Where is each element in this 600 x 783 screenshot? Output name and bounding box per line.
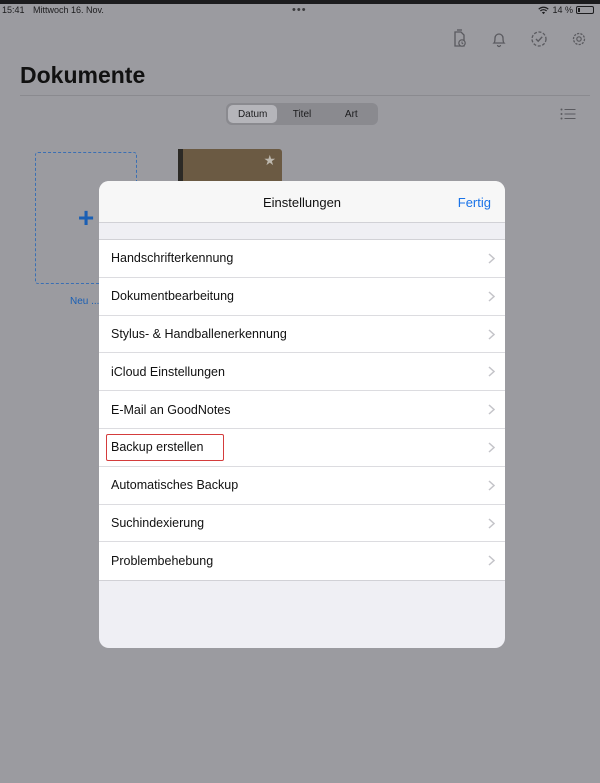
star-icon[interactable]: ★ (263, 152, 276, 169)
status-date: Mittwoch 16. Nov. (33, 5, 104, 15)
chevron-right-icon (488, 291, 495, 302)
settings-item-label: E-Mail an GoodNotes (111, 402, 231, 417)
chevron-right-icon (488, 253, 495, 264)
title-divider (20, 95, 590, 96)
settings-list: Handschrifterkennung Dokumentbearbeitung… (99, 239, 505, 582)
toolbar (440, 28, 600, 52)
page-title: Dokumente (20, 62, 146, 88)
chevron-right-icon (488, 555, 495, 566)
modal-title: Einstellungen (262, 194, 342, 210)
sort-option-date[interactable]: Datum (228, 105, 278, 123)
settings-item-icloud[interactable]: iCloud Einstellungen (99, 353, 505, 392)
settings-item-search-indexing[interactable]: Suchindexierung (99, 505, 505, 543)
sort-option-title[interactable]: Titel (277, 105, 326, 123)
multitasking-dots[interactable]: ••• (292, 4, 307, 16)
settings-item-handwriting[interactable]: Handschrifterkennung (99, 240, 505, 278)
settings-item-stylus-palm[interactable]: Stylus- & Handballenerkennung (99, 316, 505, 354)
chevron-right-icon (488, 366, 495, 377)
checkmark-circle-icon[interactable] (528, 28, 550, 50)
chevron-right-icon (488, 404, 495, 415)
sort-segmented-control: Datum Titel Art (226, 103, 378, 125)
battery-percent: 14 % (552, 5, 573, 15)
settings-item-label: Dokumentbearbeitung (111, 289, 234, 304)
gear-icon[interactable] (568, 28, 590, 50)
settings-item-label: Automatisches Backup (111, 478, 239, 493)
app-background: 15:41 Mittwoch 16. Nov. ••• 14 % Dokumen… (0, 4, 600, 783)
chevron-right-icon (488, 442, 495, 453)
settings-item-label: Problembehebung (111, 554, 214, 569)
new-document-label[interactable]: Neu ... (70, 296, 99, 307)
settings-item-create-backup[interactable]: Backup erstellen (99, 429, 505, 467)
settings-item-label: Backup erstellen (111, 440, 204, 455)
done-button[interactable]: Fertig (458, 181, 491, 223)
settings-item-email-goodnotes[interactable]: E-Mail an GoodNotes (99, 391, 505, 429)
status-right-group: 14 % (538, 5, 594, 15)
status-bar: 15:41 Mittwoch 16. Nov. ••• 14 % (0, 4, 600, 18)
chevron-right-icon (488, 329, 495, 340)
settings-item-label: Stylus- & Handballenerkennung (111, 326, 287, 341)
modal-header: Einstellungen Fertig (99, 181, 505, 223)
bell-icon[interactable] (488, 28, 510, 50)
settings-modal: Einstellungen Fertig Handschrifterkennun… (99, 181, 505, 648)
document-sync-icon[interactable] (448, 28, 470, 50)
chevron-right-icon (488, 480, 495, 491)
status-time: 15:41 (2, 5, 25, 15)
settings-item-label: Suchindexierung (111, 515, 205, 530)
settings-item-document-editing[interactable]: Dokumentbearbeitung (99, 278, 505, 316)
battery-icon (576, 6, 594, 14)
wifi-icon (538, 6, 550, 14)
list-view-icon[interactable] (560, 108, 576, 120)
chevron-right-icon (488, 518, 495, 529)
settings-item-label: iCloud Einstellungen (111, 364, 225, 379)
sort-option-type[interactable]: Art (327, 105, 376, 123)
settings-item-label: Handschrifterkennung (111, 251, 234, 266)
settings-item-troubleshooting[interactable]: Problembehebung (99, 542, 505, 580)
settings-item-auto-backup[interactable]: Automatisches Backup (99, 467, 505, 505)
